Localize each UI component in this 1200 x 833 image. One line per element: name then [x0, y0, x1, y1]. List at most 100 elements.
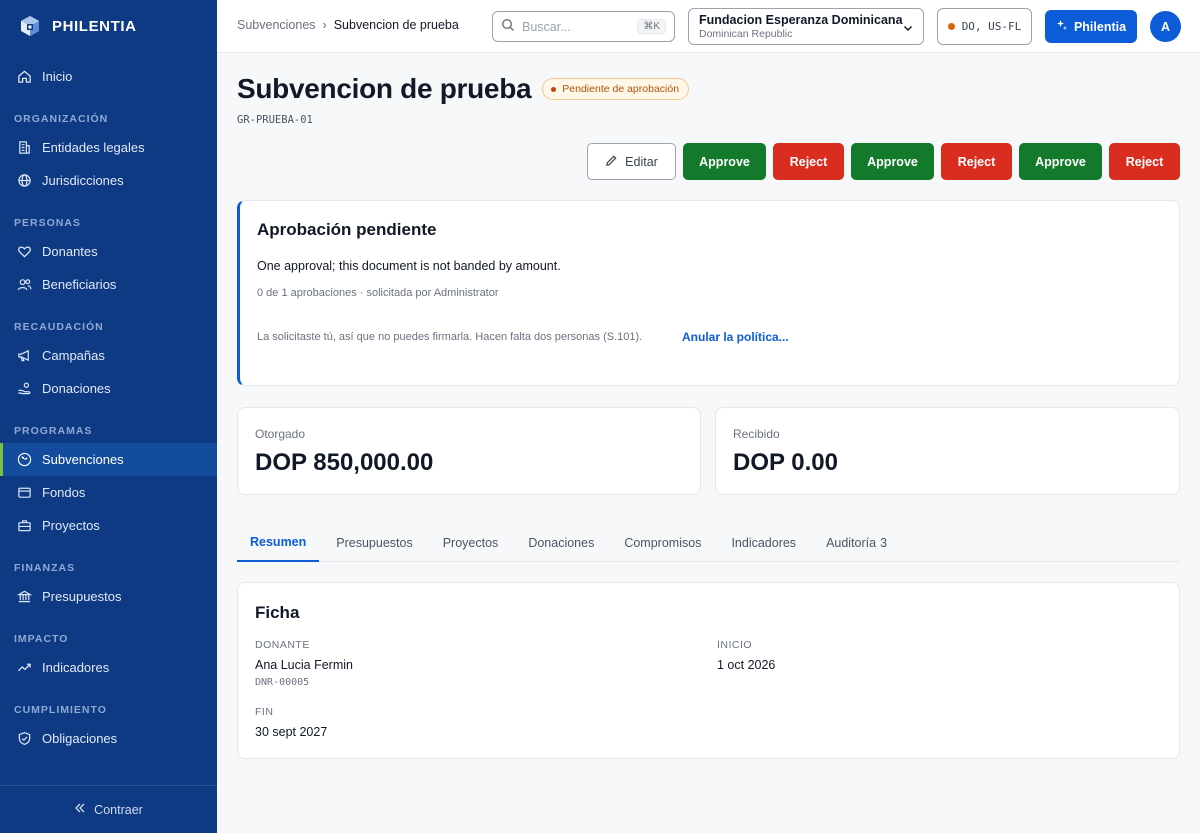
sidebar-item-inicio[interactable]: Inicio: [0, 60, 217, 93]
philentia-button-label: Philentia: [1073, 19, 1127, 34]
tab-auditoria[interactable]: Auditoría 3: [813, 523, 900, 562]
page-title: Subvencion de prueba: [237, 73, 532, 104]
sidebar: PHILENTIA Inicio ORGANIZACIÓN Entidades …: [0, 0, 217, 833]
start-value: 1 oct 2026: [717, 658, 776, 672]
organization-select[interactable]: Fundacion Esperanza Dominicana Dominican…: [688, 8, 924, 45]
sidebar-item-label: Proyectos: [42, 518, 100, 533]
brand[interactable]: PHILENTIA: [0, 0, 217, 52]
briefcase-icon: [16, 518, 32, 534]
breadcrumb-parent-link[interactable]: Subvenciones: [237, 18, 316, 32]
reject-button[interactable]: Reject: [1109, 143, 1180, 180]
collapse-sidebar-button[interactable]: Contraer: [0, 785, 217, 833]
sparkle-icon: [1056, 19, 1068, 34]
end-value: 30 sept 2027: [255, 725, 328, 739]
reject-button[interactable]: Reject: [773, 143, 844, 180]
sidebar-item-indicadores[interactable]: Indicadores: [0, 651, 217, 684]
status-label: Pendiente de aprobación: [562, 83, 680, 95]
section-programas: PROGRAMAS: [14, 425, 93, 437]
wallet-icon: [16, 485, 32, 501]
topbar: Subvenciones › Subvencion de prueba Busc…: [217, 0, 1200, 53]
hand-coin-icon: [16, 381, 32, 397]
sidebar-item-label: Indicadores: [42, 660, 110, 675]
chevrons-left-icon: [74, 802, 86, 817]
sidebar-item-label: Campañas: [42, 348, 105, 363]
avatar[interactable]: A: [1150, 11, 1181, 42]
sidebar-item-donaciones[interactable]: Donaciones: [0, 372, 217, 405]
sidebar-item-fondos[interactable]: Fondos: [0, 476, 217, 509]
sidebar-item-label: Fondos: [42, 485, 86, 500]
sidebar-item-subvenciones[interactable]: Subvenciones: [0, 443, 217, 476]
approve-button[interactable]: Approve: [683, 143, 766, 180]
action-bar: Editar Approve Reject Approve Reject App…: [587, 143, 1180, 180]
organization-country: Dominican Republic: [699, 28, 793, 40]
organization-name: Fundacion Esperanza Dominicana: [699, 13, 903, 27]
philentia-logo-icon: [18, 14, 42, 38]
breadcrumb-current: Subvencion de prueba: [333, 18, 459, 32]
tab-compromisos[interactable]: Compromisos: [611, 523, 714, 562]
tab-donaciones[interactable]: Donaciones: [515, 523, 607, 562]
grant-tabs: Resumen Presupuestos Proyectos Donacione…: [237, 523, 1180, 562]
bank-icon: [16, 589, 32, 605]
sidebar-item-label: Obligaciones: [42, 731, 118, 746]
donor-name-link[interactable]: Ana Lucia Fermin: [255, 658, 353, 672]
sidebar-item-obligaciones[interactable]: Obligaciones: [0, 722, 217, 755]
sidebar-item-label: Donaciones: [42, 381, 111, 396]
tab-presupuestos[interactable]: Presupuestos: [323, 523, 425, 562]
trend-up-icon: [16, 660, 32, 676]
collapse-label: Contraer: [94, 802, 143, 817]
sidebar-item-proyectos[interactable]: Proyectos: [0, 509, 217, 542]
search-shortcut: ⌘K: [637, 19, 666, 34]
approve-button[interactable]: Approve: [1019, 143, 1102, 180]
sidebar-item-presupuestos[interactable]: Presupuestos: [0, 580, 217, 613]
edit-button[interactable]: Editar: [587, 143, 676, 180]
grant-code: GR-PRUEBA-01: [237, 114, 313, 126]
title-row: Subvencion de prueba Pendiente de aproba…: [237, 73, 690, 105]
reject-button[interactable]: Reject: [941, 143, 1012, 180]
start-date-field: INICIO 1 oct 2026: [717, 639, 775, 672]
breadcrumb-separator: ›: [322, 18, 327, 32]
approve-button[interactable]: Approve: [851, 143, 934, 180]
brand-name: PHILENTIA: [52, 17, 137, 35]
sidebar-item-label: Presupuestos: [42, 589, 122, 604]
donor-field: DONANTE Ana Lucia Fermin DNR-00005: [255, 639, 353, 688]
approval-title: Aprobación pendiente: [257, 220, 437, 239]
sidebar-item-label: Jurisdicciones: [42, 173, 124, 188]
sidebar-item-entidades-legales[interactable]: Entidades legales: [0, 131, 217, 164]
status-dot: [551, 86, 557, 92]
tab-auditoria-label: Auditoría: [826, 535, 877, 550]
donor-id: DNR-00005: [255, 677, 310, 688]
sidebar-item-jurisdicciones[interactable]: Jurisdicciones: [0, 164, 217, 197]
approval-note: La solicitaste tú, así que no puedes fir…: [257, 331, 643, 343]
globe-icon: [16, 173, 32, 189]
search-input[interactable]: Buscar... ⌘K: [492, 11, 675, 42]
granted-amount-card: Otorgado DOP 850,000.00: [237, 407, 701, 495]
building-icon: [16, 140, 32, 156]
received-label: Recibido: [733, 427, 780, 441]
breadcrumb: Subvenciones › Subvencion de prueba: [237, 18, 459, 32]
sidebar-item-beneficiarios[interactable]: Beneficiarios: [0, 268, 217, 301]
section-organizacion: ORGANIZACIÓN: [14, 113, 109, 125]
chevron-down-icon: [902, 21, 914, 39]
sidebar-item-label: Inicio: [42, 69, 73, 84]
search-placeholder: Buscar...: [522, 19, 571, 34]
received-amount-card: Recibido DOP 0.00: [715, 407, 1180, 495]
sidebar-item-donantes[interactable]: Donantes: [0, 235, 217, 268]
granted-value: DOP 850,000.00: [255, 449, 434, 476]
tab-proyectos[interactable]: Proyectos: [430, 523, 512, 562]
tab-resumen[interactable]: Resumen: [237, 523, 320, 562]
jurisdiction-codes: DO, US-FL: [961, 20, 1022, 33]
end-date-field: FIN 30 sept 2027: [255, 706, 327, 739]
sidebar-item-campanas[interactable]: Campañas: [0, 339, 217, 372]
override-policy-link[interactable]: Anular la política...: [682, 330, 789, 344]
jurisdiction-selector[interactable]: DO, US-FL: [937, 8, 1032, 45]
section-recaudacion: RECAUDACIÓN: [14, 321, 104, 333]
section-finanzas: FINANZAS: [14, 562, 76, 574]
sidebar-item-label: Beneficiarios: [42, 277, 117, 292]
sidebar-nav: Inicio ORGANIZACIÓN Entidades legales Ju…: [0, 60, 217, 755]
tab-indicadores[interactable]: Indicadores: [718, 523, 809, 562]
approval-progress: 0 de 1 aprobaciones · solicitada por Adm…: [257, 287, 499, 299]
philentia-assistant-button[interactable]: Philentia: [1045, 10, 1137, 43]
shield-check-icon: [16, 731, 32, 747]
donor-label: DONANTE: [255, 639, 310, 651]
pending-approval-card: Aprobación pendiente One approval; this …: [237, 200, 1180, 386]
